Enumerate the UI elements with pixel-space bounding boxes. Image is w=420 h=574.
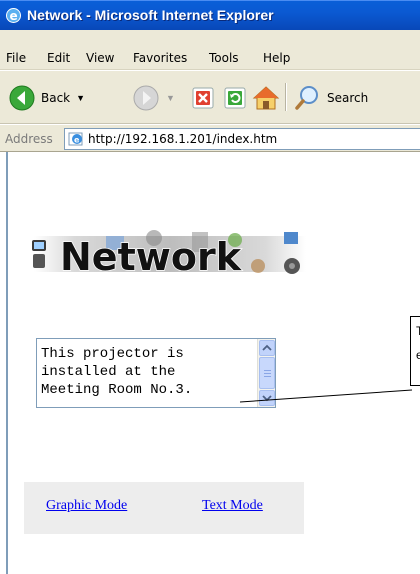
menu-view[interactable]: View <box>86 51 114 65</box>
forward-arrow-icon <box>133 85 159 111</box>
address-input[interactable]: e http://192.168.1.201/index.htm <box>64 128 420 150</box>
toolbar-separator <box>285 83 286 111</box>
chevron-up-icon <box>262 344 272 351</box>
location-textarea[interactable]: This projector is installed at the Meeti… <box>36 338 276 408</box>
ie-logo-icon: e <box>6 8 21 23</box>
address-bar: Address e http://192.168.1.201/index.htm <box>0 124 420 152</box>
menu-file[interactable]: File <box>6 51 26 65</box>
menu-edit[interactable]: Edit <box>47 51 70 65</box>
stop-icon <box>192 87 214 109</box>
thumb-grip <box>264 370 271 371</box>
home-button[interactable] <box>252 81 280 115</box>
chevron-down-icon <box>262 395 272 402</box>
refresh-button[interactable] <box>223 81 247 115</box>
forward-dropdown-icon[interactable]: ▼ <box>166 93 175 103</box>
search-button[interactable]: Search <box>294 81 368 115</box>
callout-box: T e <box>410 316 420 386</box>
logo-text: Network <box>60 235 242 279</box>
page-content: Network This projector is installed at t… <box>6 152 420 574</box>
mode-links-panel: Graphic Mode Text Mode <box>24 482 304 534</box>
svg-text:e: e <box>74 136 80 145</box>
back-dropdown-icon[interactable]: ▼ <box>76 93 85 103</box>
back-label: Back <box>41 91 71 105</box>
forward-button[interactable]: ▼ <box>132 81 175 115</box>
back-arrow-icon <box>9 85 35 111</box>
search-icon <box>295 86 318 110</box>
ie-page-icon: e <box>68 132 83 146</box>
callout-line-2: e <box>416 348 420 362</box>
home-icon <box>252 86 280 110</box>
menu-bar: File Edit View Favorites Tools Help <box>0 30 420 70</box>
address-url: http://192.168.1.201/index.htm <box>88 132 278 146</box>
refresh-icon <box>224 87 246 109</box>
search-label: Search <box>327 91 369 105</box>
menu-help[interactable]: Help <box>263 51 290 65</box>
svg-text:e: e <box>10 9 18 23</box>
scroll-down-button[interactable] <box>259 390 275 406</box>
location-text: This projector is installed at the Meeti… <box>41 346 193 398</box>
scroll-up-button[interactable] <box>259 340 275 356</box>
thumb-grip <box>264 373 271 374</box>
thumb-grip <box>264 376 271 377</box>
title-bar: e Network - Microsoft Internet Explorer <box>0 0 420 30</box>
back-button[interactable]: Back ▼ <box>8 81 85 115</box>
callout-line-1: T <box>416 324 420 338</box>
scroll-thumb[interactable] <box>259 357 275 389</box>
window-title: Network - Microsoft Internet Explorer <box>27 7 274 23</box>
textarea-scrollbar[interactable] <box>257 339 275 407</box>
address-label: Address <box>5 132 53 146</box>
menu-tools[interactable]: Tools <box>209 51 239 65</box>
toolbar: Back ▼ ▼ Search <box>0 70 420 124</box>
menu-favorites[interactable]: Favorites <box>133 51 187 65</box>
text-mode-link[interactable]: Text Mode <box>202 498 263 514</box>
network-logo: Network <box>32 230 306 280</box>
stop-button[interactable] <box>191 81 215 115</box>
graphic-mode-link[interactable]: Graphic Mode <box>46 498 127 514</box>
